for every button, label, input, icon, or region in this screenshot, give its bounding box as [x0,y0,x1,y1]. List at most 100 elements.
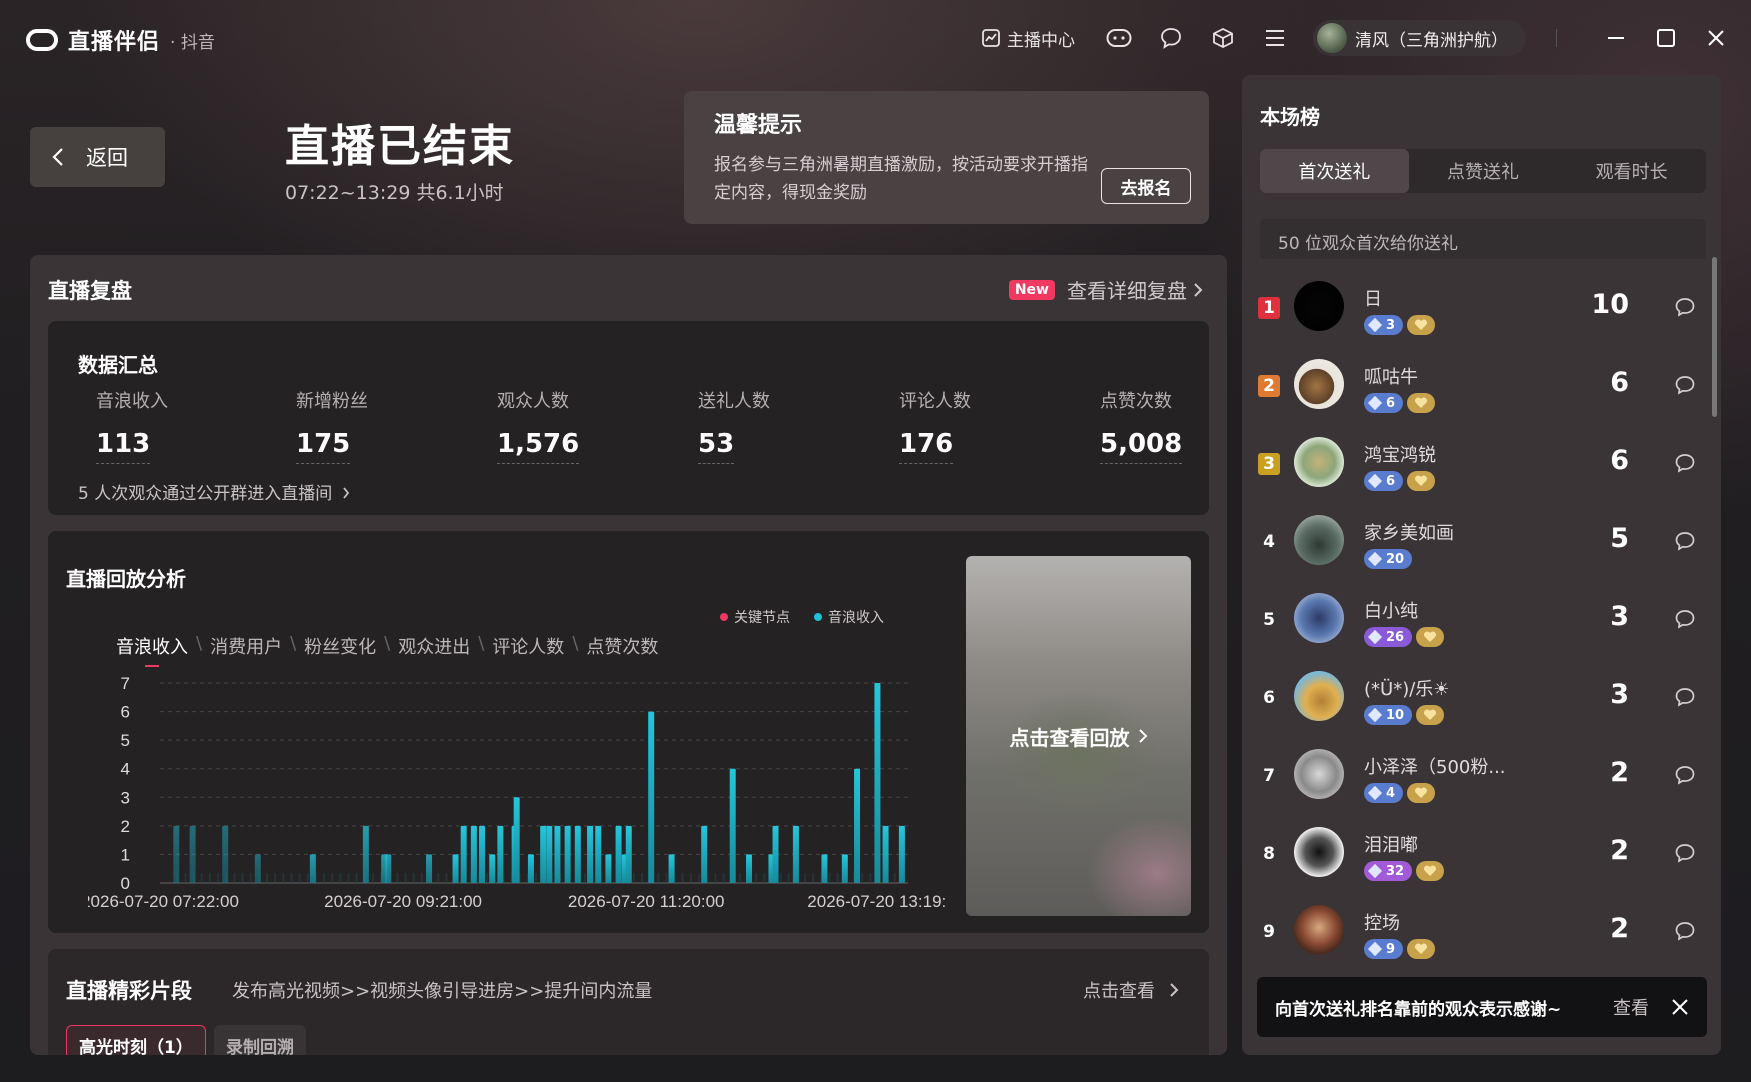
x-tick-label: 2026-07-20 09:21:00 [324,892,482,911]
avatar[interactable] [1294,281,1344,331]
rank-tabs: 首次送礼 点赞送礼 观看时长 [1260,149,1706,193]
income-bar [460,825,467,883]
maximize-button[interactable] [1651,23,1681,53]
tab-fans-change[interactable]: 粉丝变化 [304,633,376,659]
reply-button[interactable] [1673,763,1697,791]
rank-row[interactable]: 3 鸿宝鸿锐 6 6 [1242,427,1721,505]
reply-button[interactable] [1673,451,1697,479]
rank-row[interactable]: 9 控场 9 2 [1242,895,1721,973]
viewer-badges: 9 [1364,939,1436,959]
anchor-center-link[interactable]: 主播中心 [981,26,1075,51]
avatar[interactable] [1294,671,1344,721]
tab-income[interactable]: 音浪收入 [116,633,188,659]
public-group-note[interactable]: 5 人次观众通过公开群进入直播间 [78,479,350,504]
x-tick-label: 2026-07-20 07:22:00 [88,892,239,911]
chevron-right-icon [1138,729,1147,743]
background-bar [681,873,684,883]
metric-income[interactable]: 音浪收入 113 [96,387,168,464]
game-controller-button[interactable] [1105,24,1133,52]
rank-scrollbar[interactable] [1712,257,1717,417]
back-button[interactable]: 返回 [30,127,165,187]
reply-button[interactable] [1673,841,1697,869]
income-bar [605,854,612,883]
close-icon[interactable] [1671,998,1689,1016]
rank-row[interactable]: 4 家乡美如画 20 5 [1242,505,1721,583]
tab-recording-backtrack[interactable]: 录制回溯 [214,1025,306,1055]
close-button[interactable] [1701,23,1731,53]
tab-commenters[interactable]: 评论人数 [492,633,564,659]
reply-button[interactable] [1673,607,1697,635]
tab-divider: \ [290,633,297,654]
rank-row[interactable]: 8 泪泪嘟 32 2 [1242,817,1721,895]
fan-club-badge [1407,939,1436,959]
gift-count: 10 [1591,289,1629,320]
highlight-view-link[interactable]: 点击查看 [1083,977,1179,1003]
background-bar [249,873,252,883]
tab-viewer-flow[interactable]: 观众进出 [398,633,470,659]
fan-club-badge [1416,627,1445,647]
income-bar [574,825,581,883]
reply-button[interactable] [1673,685,1697,713]
rank-row[interactable]: 1 日 3 10 [1242,271,1721,349]
background-bar [298,873,301,883]
metric-value: 1,576 [497,429,580,464]
rank-row[interactable]: 6 (*Ü*)/乐☀ 10 3 [1242,661,1721,739]
avatar[interactable] [1294,359,1344,409]
detail-review-link[interactable]: New 查看详细复盘 [1008,275,1203,304]
legend-item-key-node[interactable]: 关键节点 [720,607,790,627]
title-bar: 直播伴侣 · 抖音 主播中心 清风（三角洲护航） [0,0,1751,76]
rank-row[interactable]: 7 小泽泽（500粉... 4 2 [1242,739,1721,817]
income-bar [362,825,369,883]
rank-number: 5 [1263,610,1275,630]
tab-paying-users[interactable]: 消费用户 [210,633,282,659]
avatar[interactable] [1294,437,1344,487]
metric-new-fans[interactable]: 新增粉丝 175 [296,387,368,464]
metric-commenters[interactable]: 评论人数 176 [899,387,971,464]
minimize-button[interactable] [1601,23,1631,53]
rank-row[interactable]: 2 呱咕牛 6 6 [1242,349,1721,427]
user-profile-button[interactable]: 清风（三角洲护航） [1313,20,1526,56]
tab-watch-time[interactable]: 观看时长 [1557,149,1706,193]
metric-viewers[interactable]: 观众人数 1,576 [497,387,580,464]
avatar[interactable] [1294,749,1344,799]
signup-button[interactable]: 去报名 [1101,168,1191,204]
metric-gifters[interactable]: 送礼人数 53 [698,387,770,464]
reply-button[interactable] [1673,373,1697,401]
viewer-name: 呱咕牛 [1364,367,1418,388]
income-bar [452,854,459,883]
messages-button[interactable] [1157,24,1185,52]
diamond-icon [1367,629,1383,645]
chart-tabs: 音浪收入 \ 消费用户 \ 粉丝变化 \ 观众进出 \ 评论人数 \ 点赞次数 [116,633,666,659]
avatar[interactable] [1294,827,1344,877]
tab-first-gift[interactable]: 首次送礼 [1260,149,1409,193]
tab-likes[interactable]: 点赞次数 [586,633,658,659]
diamond-icon [1367,317,1383,333]
rank-row[interactable]: 5 白小纯 26 3 [1242,583,1721,661]
academy-button[interactable] [1209,24,1237,52]
gift-count: 3 [1610,679,1629,710]
gift-count: 5 [1610,523,1629,554]
legend-item-income[interactable]: 音浪收入 [814,607,884,627]
income-bar-chart[interactable]: 0 1 2 3 4 5 6 7 2026-07-20 07:22:00 2026-07-20 09… [88,669,968,929]
tab-like-gift[interactable]: 点赞送礼 [1409,149,1558,193]
level-badge: 9 [1364,939,1404,959]
toast-view-button[interactable]: 查看 [1613,994,1649,1020]
avatar[interactable] [1294,593,1344,643]
income-bar [587,825,594,883]
menu-button[interactable] [1261,24,1289,52]
income-bar [513,797,520,883]
tab-highlight-moments[interactable]: 高光时刻（1） [66,1025,206,1055]
background-bar [217,873,220,883]
metric-likes[interactable]: 点赞次数 5,008 [1100,387,1183,464]
viewer-badges: 10 [1364,705,1445,725]
replay-video-thumbnail[interactable]: 点击查看回放 [966,556,1191,916]
viewer-name: 白小纯 [1364,601,1418,622]
avatar[interactable] [1294,905,1344,955]
reply-button[interactable] [1673,529,1697,557]
avatar[interactable] [1294,515,1344,565]
gift-count: 2 [1610,913,1629,944]
diamond-icon [1367,941,1383,957]
reply-button[interactable] [1673,919,1697,947]
reply-button[interactable] [1673,295,1697,323]
level-value: 10 [1386,707,1405,723]
